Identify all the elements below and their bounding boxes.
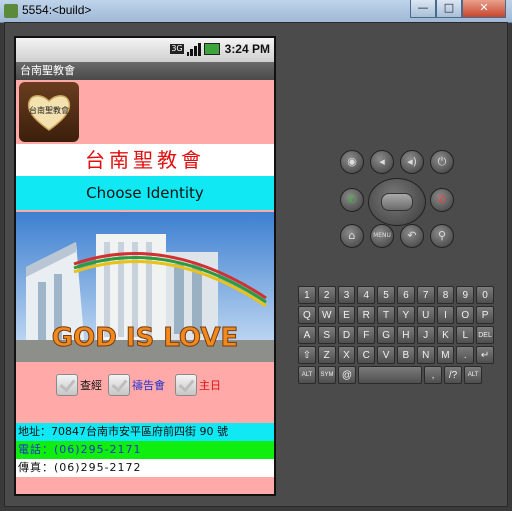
keyboard-row-numbers: 1 2 3 4 5 6 7 8 9 0 xyxy=(298,286,494,304)
key-m[interactable]: M xyxy=(436,346,455,364)
keyboard-row-asdf: A S D F G H J K L DEL xyxy=(298,326,494,344)
key-o[interactable]: O xyxy=(456,306,475,324)
space-key[interactable] xyxy=(358,366,422,384)
search-icon[interactable]: ⚲ xyxy=(430,224,454,248)
choice-label: 查經 xyxy=(80,379,102,392)
key-8[interactable]: 8 xyxy=(436,286,455,304)
key-k[interactable]: K xyxy=(436,326,455,344)
choice-label: 主日 xyxy=(199,379,221,392)
key-s[interactable]: S xyxy=(317,326,336,344)
key-n[interactable]: N xyxy=(416,346,435,364)
key-slash[interactable]: /? xyxy=(444,366,462,384)
close-button[interactable]: ✕ xyxy=(462,0,506,18)
identity-choices: 查經 禱告會 主日 xyxy=(16,368,274,402)
key-i[interactable]: I xyxy=(436,306,455,324)
app-title: 台南聖教會 xyxy=(16,62,274,80)
key-5[interactable]: 5 xyxy=(377,286,395,304)
camera-icon[interactable]: ◉ xyxy=(340,150,364,174)
dpad[interactable] xyxy=(368,178,426,226)
key-g[interactable]: G xyxy=(377,326,395,344)
key-l[interactable]: L xyxy=(456,326,475,344)
fax-text: 傳真：(06)295-2172 xyxy=(16,459,274,477)
key-period[interactable]: . xyxy=(456,346,475,364)
power-icon[interactable]: ⏻ xyxy=(430,150,454,174)
key-u[interactable]: U xyxy=(416,306,435,324)
choice-sunday-service[interactable]: 主日 xyxy=(175,374,221,396)
checkbox-prayer-meeting[interactable] xyxy=(108,374,130,396)
keyboard-row-qwerty: Q W E R T Y U I O P xyxy=(298,306,494,324)
alt-key-right[interactable]: ALT xyxy=(464,366,482,384)
church-name: 台南聖教會 xyxy=(16,144,274,176)
key-q[interactable]: Q xyxy=(298,306,316,324)
key-v[interactable]: V xyxy=(377,346,395,364)
choice-prayer-meeting[interactable]: 禱告會 xyxy=(108,374,165,396)
volume-up-icon[interactable]: ◂) xyxy=(400,150,424,174)
phone-screen: 3G 3:24 PM 台南聖教會 台南聖教會 台南聖教會 Choose Iden… xyxy=(14,36,276,496)
alt-key-left[interactable]: ALT xyxy=(298,366,316,384)
key-p[interactable]: P xyxy=(476,306,494,324)
checkbox-sunday-service[interactable] xyxy=(175,374,197,396)
back-icon[interactable]: ↶ xyxy=(400,224,424,248)
window-title: 5554:<build> xyxy=(22,3,92,17)
network-3g-icon: 3G xyxy=(170,44,184,54)
key-t[interactable]: T xyxy=(377,306,395,324)
window-titlebar: 5554:<build> — □ ✕ xyxy=(0,0,512,23)
address-text: 地址：70847台南市安平區府前四街 90 號 xyxy=(16,423,274,441)
maximize-button[interactable]: □ xyxy=(436,0,462,18)
church-photo: GOD IS LOVE xyxy=(16,212,274,362)
keyboard-row-zxcv: ⇧ Z X C V B N M . ↵ xyxy=(298,346,494,364)
logo-text: 台南聖教會 xyxy=(29,106,69,115)
enter-key[interactable]: ↵ xyxy=(476,346,494,364)
key-0[interactable]: 0 xyxy=(476,286,494,304)
end-call-icon[interactable]: ✆ xyxy=(430,188,454,212)
key-comma[interactable]: , xyxy=(424,366,442,384)
god-is-love-sign: GOD IS LOVE xyxy=(52,323,238,353)
app-logo: 台南聖教會 xyxy=(19,82,79,142)
menu-button[interactable]: MENU xyxy=(370,224,394,248)
key-3[interactable]: 3 xyxy=(337,286,356,304)
key-4[interactable]: 4 xyxy=(357,286,376,304)
key-e[interactable]: E xyxy=(337,306,356,324)
home-icon[interactable]: ⌂ xyxy=(340,224,364,248)
volume-down-icon[interactable]: ◂ xyxy=(370,150,394,174)
battery-icon xyxy=(203,43,220,55)
key-1[interactable]: 1 xyxy=(298,286,316,304)
key-7[interactable]: 7 xyxy=(416,286,435,304)
key-x[interactable]: X xyxy=(337,346,356,364)
app-icon xyxy=(4,4,18,18)
minimize-button[interactable]: — xyxy=(410,0,436,18)
shift-key[interactable]: ⇧ xyxy=(298,346,316,364)
window-controls: — □ ✕ xyxy=(410,0,506,18)
key-c[interactable]: C xyxy=(357,346,376,364)
key-d[interactable]: D xyxy=(337,326,356,344)
key-r[interactable]: R xyxy=(357,306,376,324)
delete-key[interactable]: DEL xyxy=(476,326,494,344)
key-a[interactable]: A xyxy=(298,326,316,344)
key-b[interactable]: B xyxy=(396,346,415,364)
checkbox-bible-study[interactable] xyxy=(56,374,78,396)
choice-bible-study[interactable]: 查經 xyxy=(56,374,102,396)
key-f[interactable]: F xyxy=(357,326,376,344)
choose-identity-heading: Choose Identity xyxy=(16,176,274,210)
sym-key[interactable]: SYM xyxy=(318,366,336,384)
status-time: 3:24 PM xyxy=(224,42,270,56)
hardware-keyboard: 1 2 3 4 5 6 7 8 9 0 Q W E R T Y U I O P … xyxy=(298,286,494,384)
choice-label: 禱告會 xyxy=(132,379,165,392)
dpad-center[interactable] xyxy=(381,193,413,211)
key-6[interactable]: 6 xyxy=(396,286,415,304)
key-9[interactable]: 9 xyxy=(456,286,475,304)
key-z[interactable]: Z xyxy=(317,346,336,364)
key-at[interactable]: @ xyxy=(338,366,356,384)
signal-icon xyxy=(186,42,201,56)
call-icon[interactable]: ✆ xyxy=(340,188,364,212)
key-y[interactable]: Y xyxy=(396,306,415,324)
key-h[interactable]: H xyxy=(396,326,415,344)
phone-text[interactable]: 電話：(06)295-2171 xyxy=(16,441,274,459)
status-bar: 3G 3:24 PM xyxy=(16,38,274,62)
key-w[interactable]: W xyxy=(317,306,336,324)
key-j[interactable]: J xyxy=(416,326,435,344)
key-2[interactable]: 2 xyxy=(317,286,336,304)
keyboard-row-bottom: ALT SYM @ , /? ALT xyxy=(298,366,494,384)
